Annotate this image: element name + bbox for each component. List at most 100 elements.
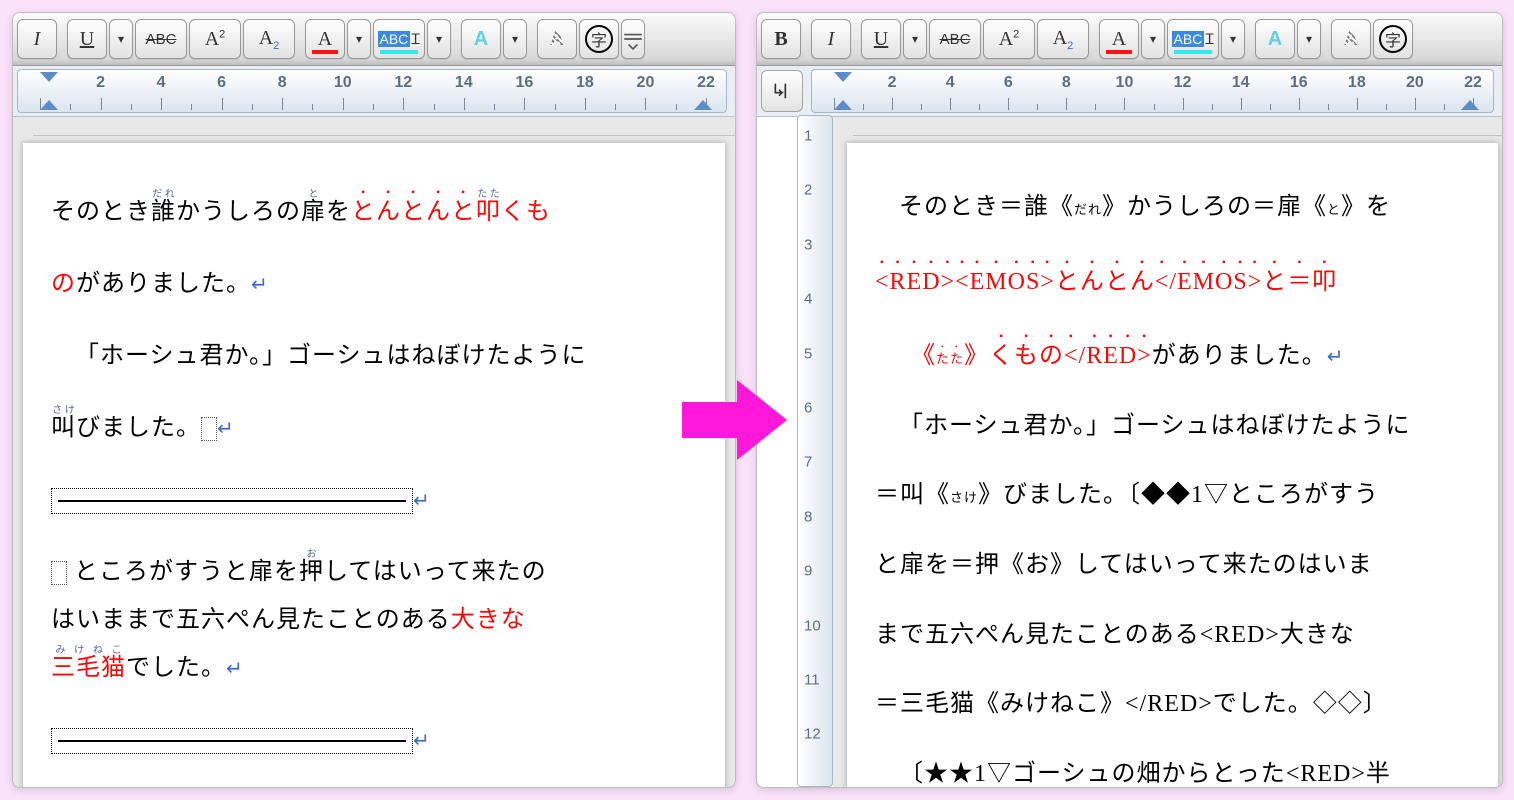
tab-stop-button[interactable] bbox=[761, 70, 803, 112]
toolbar-left: I U ▾ ABC A2 A2 A ▾ ABCᏆ ▾ A ▾ A 字 bbox=[13, 13, 735, 66]
font-color-button[interactable]: A bbox=[305, 19, 345, 59]
ruler-scale[interactable]: 246810121416182022 bbox=[811, 69, 1494, 113]
text-outline-button[interactable]: A bbox=[461, 19, 501, 59]
underline-button[interactable]: U bbox=[67, 19, 107, 59]
text-effect-button[interactable]: A bbox=[537, 19, 577, 59]
font-color-menu-button[interactable]: ▾ bbox=[1141, 19, 1165, 59]
ruler-number: 4 bbox=[157, 74, 166, 92]
text-run: <RED>大きな bbox=[1200, 622, 1355, 648]
vruler-number: 4 bbox=[804, 291, 812, 308]
highlight-button[interactable]: ABCᏆ bbox=[1167, 19, 1219, 59]
ruler-number: 8 bbox=[278, 74, 287, 92]
first-line-indent-marker[interactable] bbox=[40, 72, 58, 82]
text-run: がありました。 bbox=[1152, 343, 1327, 369]
paragraph-mark: ↵ bbox=[217, 418, 235, 440]
ruby-mikeneko: 三毛猫みけねこ bbox=[51, 655, 126, 681]
outline-menu-button[interactable]: ▾ bbox=[1297, 19, 1321, 59]
highlight-button[interactable]: ABCᏆ bbox=[373, 19, 425, 59]
font-color-button[interactable]: A bbox=[1099, 19, 1139, 59]
text-run: 「ホーシュ君か。」ゴーシュはねぼけたように bbox=[75, 343, 587, 369]
text-run: まで五六ぺん見たことのある bbox=[875, 622, 1200, 648]
ruler-number: 6 bbox=[1004, 74, 1013, 92]
ruler-horizontal-right: 246810121416182022 bbox=[757, 66, 1502, 117]
paper-right[interactable]: そのとき＝誰《だれ》かうしろの＝扉《と》を <RED><EMOS>とんとん</E… bbox=[847, 143, 1498, 787]
text-small: と bbox=[1327, 202, 1341, 217]
right-indent-marker[interactable] bbox=[1461, 100, 1479, 110]
ruler-number: 2 bbox=[96, 74, 105, 92]
text-effect-button[interactable]: A bbox=[1331, 19, 1371, 59]
underline-menu-button[interactable]: ▾ bbox=[903, 19, 927, 59]
ruby-osu: 押お bbox=[299, 559, 324, 585]
italic-button[interactable]: I bbox=[17, 19, 57, 59]
text-run: <RED>半 bbox=[1286, 761, 1391, 787]
enclosed-char-button[interactable]: 字 bbox=[579, 19, 619, 59]
vruler-number: 11 bbox=[804, 672, 820, 689]
ruler-vertical[interactable]: 123456789101112 bbox=[797, 115, 833, 787]
toolbar-right: B I U ▾ ABC A2 A2 A ▾ ABCᏆ ▾ A ▾ A 字 bbox=[757, 13, 1502, 66]
text-run: と扉を＝押《お》してはいって来たのはいま bbox=[875, 552, 1373, 578]
image-placeholder-frame[interactable] bbox=[51, 488, 413, 514]
underline-menu-button[interactable]: ▾ bbox=[109, 19, 133, 59]
ruler-number: 2 bbox=[888, 74, 897, 92]
font-color-menu-button[interactable]: ▾ bbox=[347, 19, 371, 59]
text-run: 》を bbox=[1341, 194, 1391, 220]
format-marker-box bbox=[201, 417, 217, 441]
page-boundary bbox=[853, 135, 1502, 136]
image-placeholder-frame[interactable] bbox=[51, 728, 413, 754]
paper-area-left: そのとき誰だれかうしろの扉とをとんとんと叩たたくも のがありました。↵ 「ホーシ… bbox=[13, 117, 735, 787]
text-run: 〔★★1▽ゴーシュの畑からとった bbox=[899, 761, 1286, 787]
ruler-number: 16 bbox=[1290, 74, 1308, 92]
text-run: 》びました。〔◆◆1▽ところがすう bbox=[978, 482, 1379, 508]
toolbar-overflow-button[interactable] bbox=[621, 19, 645, 59]
strikethrough-button[interactable]: ABC bbox=[135, 19, 187, 59]
tab-stop-icon bbox=[772, 81, 792, 101]
paragraph-mark: ↵ bbox=[226, 658, 244, 680]
text-run: そのとき＝誰《 bbox=[899, 194, 1074, 220]
vruler-number: 10 bbox=[804, 617, 821, 634]
text-red: 《 bbox=[911, 343, 936, 369]
right-indent-marker[interactable] bbox=[694, 100, 712, 110]
text-small-red: たた bbox=[936, 351, 964, 366]
ruby-tata: 叩たた bbox=[476, 199, 501, 225]
subscript-button[interactable]: A2 bbox=[243, 19, 295, 59]
bold-button[interactable]: B bbox=[761, 19, 801, 59]
text-run: 「ホーシュ君か。」ゴーシュはねぼけたように bbox=[899, 413, 1411, 439]
pane-before: I U ▾ ABC A2 A2 A ▾ ABCᏆ ▾ A ▾ A 字 bbox=[12, 12, 736, 788]
hanging-indent-marker[interactable] bbox=[40, 100, 58, 110]
text-outline-button[interactable]: A bbox=[1255, 19, 1295, 59]
outline-menu-button[interactable]: ▾ bbox=[503, 19, 527, 59]
ruler-number: 14 bbox=[1232, 74, 1250, 92]
text-run: びました。 bbox=[76, 415, 201, 441]
superscript-button[interactable]: A2 bbox=[189, 19, 241, 59]
superscript-button[interactable]: A2 bbox=[983, 19, 1035, 59]
text-red: 大きな bbox=[451, 607, 526, 633]
text-run: がありました。 bbox=[76, 271, 251, 297]
underline-button[interactable]: U bbox=[861, 19, 901, 59]
ruby-dare: 誰だれ bbox=[151, 199, 176, 225]
paragraph-mark: ↵ bbox=[413, 730, 431, 752]
vruler-number: 12 bbox=[804, 726, 821, 743]
enclosed-char-button[interactable]: 字 bbox=[1373, 19, 1413, 59]
italic-button[interactable]: I bbox=[811, 19, 851, 59]
ruler-number: 4 bbox=[946, 74, 955, 92]
strikethrough-button[interactable]: ABC bbox=[929, 19, 981, 59]
subscript-button[interactable]: A2 bbox=[1037, 19, 1089, 59]
first-line-indent-marker[interactable] bbox=[834, 72, 852, 82]
text-red: の bbox=[51, 271, 76, 297]
text-run: してはいって来たの bbox=[324, 559, 547, 585]
text-run: かうしろの bbox=[176, 199, 301, 225]
ruler-number: 10 bbox=[1116, 74, 1134, 92]
ruler-scale[interactable]: 246810121416182022 bbox=[17, 69, 727, 113]
hanging-indent-marker[interactable] bbox=[834, 100, 852, 110]
paragraph-mark: ↵ bbox=[1327, 346, 1345, 368]
paragraph-mark: ↵ bbox=[251, 274, 269, 296]
ruler-number: 22 bbox=[1464, 74, 1482, 92]
paper-left[interactable]: そのとき誰だれかうしろの扉とをとんとんと叩たたくも のがありました。↵ 「ホーシ… bbox=[23, 143, 725, 787]
text-red-emph: 》くもの</RED> bbox=[964, 343, 1152, 369]
vruler-number: 3 bbox=[804, 236, 812, 253]
highlight-menu-button[interactable]: ▾ bbox=[1221, 19, 1245, 59]
ruler-number: 10 bbox=[334, 74, 352, 92]
text-run: はいままで五六ぺん見たことのある bbox=[51, 607, 451, 633]
text-run: を bbox=[326, 199, 351, 225]
highlight-menu-button[interactable]: ▾ bbox=[427, 19, 451, 59]
